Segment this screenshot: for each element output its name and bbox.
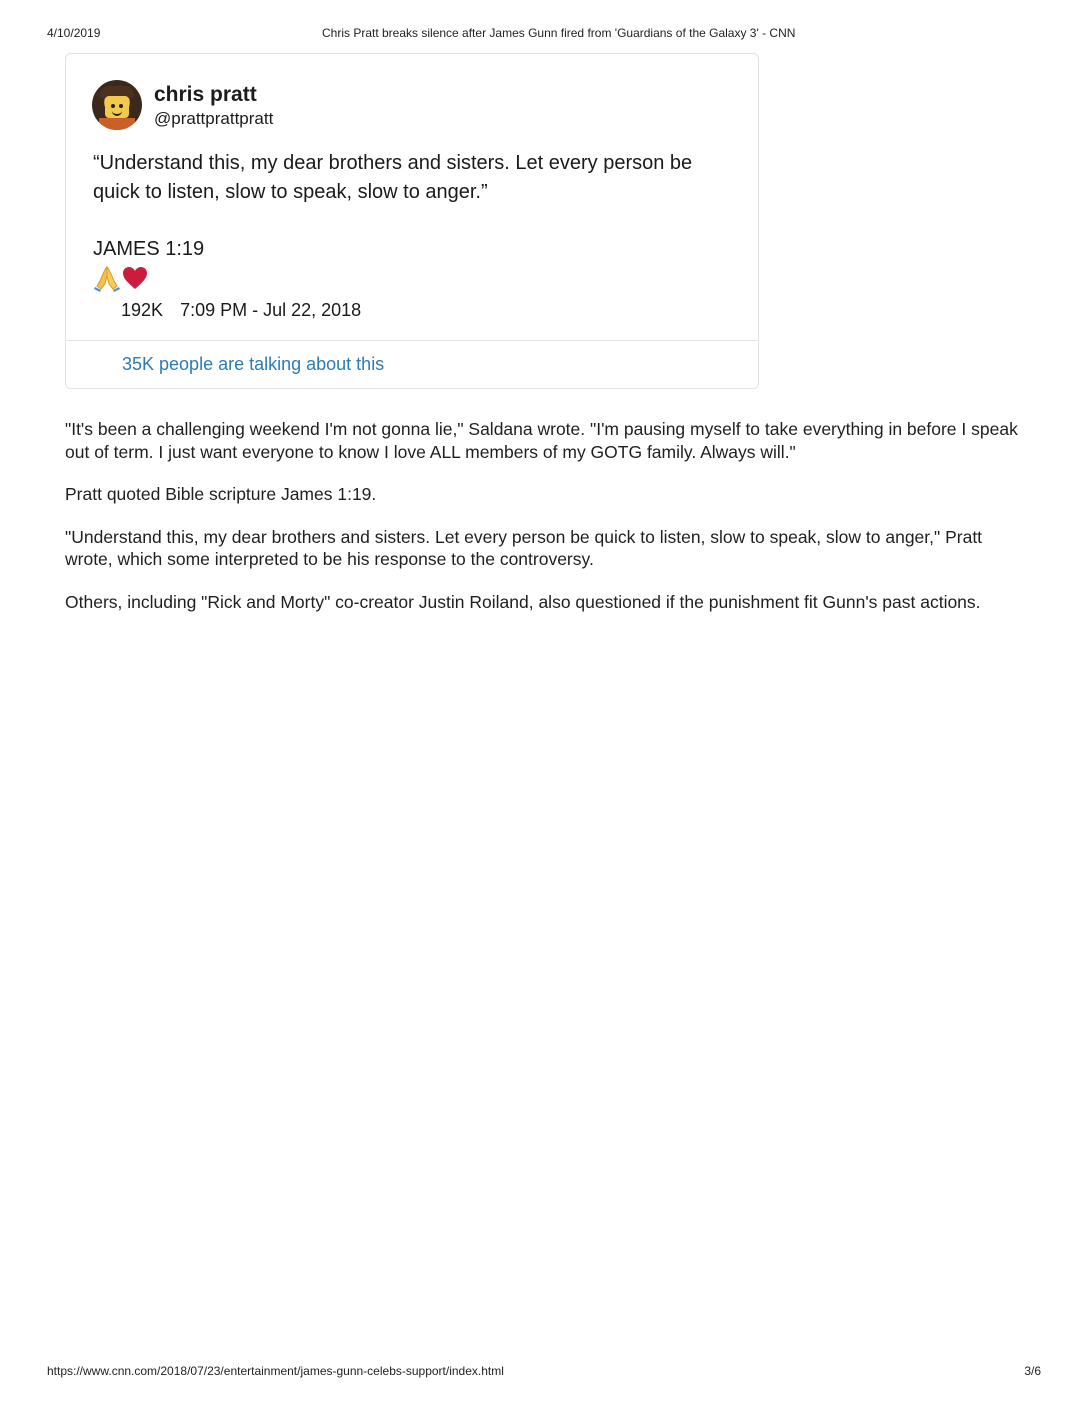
tweet-author-name[interactable]: chris pratt [154, 83, 257, 107]
article-body: "It's been a challenging weekend I'm not… [65, 418, 1025, 613]
article-paragraph: Pratt quoted Bible scripture James 1:19. [65, 484, 377, 504]
embedded-tweet: chris pratt @prattprattpratt “Understand… [65, 53, 759, 389]
article-paragraph: "It's been a challenging weekend I'm not… [65, 419, 1018, 462]
folded-hands-icon [94, 265, 120, 292]
tweet-timestamp[interactable]: 7:09 PM - Jul 22, 2018 [180, 300, 361, 320]
page-number: 3/6 [1024, 1364, 1041, 1378]
tweet-author-handle[interactable]: @prattprattpratt [154, 109, 273, 129]
print-footer: https://www.cnn.com/2018/07/23/entertain… [47, 1364, 1041, 1380]
tweet-divider [66, 340, 758, 341]
like-count[interactable]: 192K [121, 300, 163, 320]
article-paragraph: Others, including "Rick and Morty" co-cr… [65, 591, 981, 612]
print-page-title: Chris Pratt breaks silence after James G… [322, 26, 796, 40]
heart-icon [123, 267, 147, 289]
tweet-meta: 192K 7:09 PM - Jul 22, 2018 [121, 300, 361, 321]
avatar[interactable] [92, 80, 142, 130]
print-url: https://www.cnn.com/2018/07/23/entertain… [47, 1364, 504, 1378]
print-header: 4/10/2019 Chris Pratt breaks silence aft… [47, 26, 1041, 42]
tweet-text: “Understand this, my dear brothers and s… [93, 152, 693, 203]
talking-about-link[interactable]: 35K people are talking about this [122, 354, 384, 375]
tweet-scripture-reference: JAMES 1:19 [93, 238, 205, 260]
article-paragraph: "Understand this, my dear brothers and s… [65, 526, 983, 570]
print-date: 4/10/2019 [47, 26, 101, 40]
